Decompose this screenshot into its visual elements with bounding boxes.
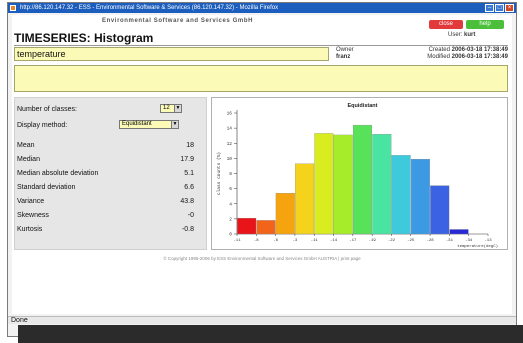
histogram-bar xyxy=(410,158,430,235)
classes-label: Number of classes: xyxy=(17,106,77,113)
stat-label-mad: Median absolute deviation xyxy=(17,170,99,177)
histogram-chart: Equidistant 0 2 4 6 8 10 12 14 16 class counts (%)… xyxy=(211,97,508,250)
modified-line: Modified 2006-03-18 17:38:49 xyxy=(427,54,508,61)
stat-value-variance: 43.8 xyxy=(180,198,194,205)
window-controls: – □ × xyxy=(485,4,514,12)
x-tick-label: -17 xyxy=(349,239,357,243)
stats-panel: Number of classes: 12 ▼ Display method: … xyxy=(14,97,207,250)
x-tick-label: -11 xyxy=(233,239,241,243)
page-title: TIMESERIES: Histogram xyxy=(14,31,154,45)
stat-value-mad: 5.1 xyxy=(184,170,194,177)
stat-value-median: 17.9 xyxy=(180,156,194,163)
x-tick-label: -19 xyxy=(369,239,377,243)
title-divider xyxy=(14,45,508,46)
created-line: Created 2006-03-18 17:38:49 xyxy=(427,47,508,54)
modified-value: 2006-03-18 17:38:49 xyxy=(451,54,508,60)
histogram-bar xyxy=(237,217,257,235)
histogram-bar xyxy=(372,134,392,235)
y-tick-label: 8 xyxy=(229,171,232,177)
display-label: Display method: xyxy=(17,122,68,129)
stat-label-median: Median xyxy=(17,156,40,163)
y-tick-label: 14 xyxy=(227,126,233,132)
y-axis-label: class counts (%) xyxy=(216,152,222,195)
stat-value-skewness: -0 xyxy=(187,212,194,219)
histogram-bar xyxy=(275,193,295,235)
close-window-icon[interactable]: × xyxy=(505,4,514,12)
user-label: User: xyxy=(448,32,463,38)
stat-value-kurtosis: -0.8 xyxy=(181,226,194,233)
histogram-bar xyxy=(449,229,469,235)
company-name: Environmental Software and Services GmbH xyxy=(102,18,254,24)
y-tick-label: 2 xyxy=(229,216,232,222)
stat-label-mean: Mean xyxy=(17,142,35,149)
x-tick-label: -3 xyxy=(293,239,298,243)
x-axis-label: temperature(degC) xyxy=(457,244,498,249)
histogram-bar xyxy=(333,134,353,235)
maximize-icon[interactable]: □ xyxy=(495,4,504,12)
chevron-down-icon: ▼ xyxy=(174,105,181,112)
owner-block: Owner franz xyxy=(336,47,354,61)
close-button[interactable]: close xyxy=(429,20,463,29)
histogram-bar xyxy=(430,185,450,235)
chevron-down-icon: ▼ xyxy=(171,121,178,128)
x-tick-label: -34 xyxy=(465,239,473,243)
owner-label: Owner xyxy=(336,47,354,53)
y-tick-label: 6 xyxy=(229,186,232,192)
histogram-bar xyxy=(256,220,276,235)
display-select-value: Equidistant xyxy=(122,121,152,127)
stat-label-kurtosis: Kurtosis xyxy=(17,226,43,233)
histogram-bar xyxy=(352,124,373,235)
y-tick-label: 16 xyxy=(227,111,233,117)
stat-value-stddev: 6.6 xyxy=(184,184,194,191)
stat-label-skewness: Skewness xyxy=(17,212,49,219)
x-tick-label: -31 xyxy=(446,239,454,243)
stat-value-mean: 18 xyxy=(186,142,194,149)
owner-value: franz xyxy=(336,54,351,60)
classes-select-value: 12 xyxy=(163,105,170,111)
status-bar: Done xyxy=(8,316,516,324)
x-tick-label: -25 xyxy=(407,239,415,243)
x-tick-label: -11 xyxy=(311,239,319,243)
histogram-svg: Equidistant 0 2 4 6 8 10 12 14 16 class counts (%)… xyxy=(216,103,498,249)
x-tick-label: -22 xyxy=(388,239,396,243)
histogram-bar xyxy=(314,133,334,235)
footer: © Copyright 1995-2006 by ESS Environment… xyxy=(163,256,361,261)
created-label: Created xyxy=(428,47,450,53)
x-tick-label: -8 xyxy=(254,239,259,243)
x-tick-label: -6 xyxy=(273,239,278,243)
histogram-bar xyxy=(391,155,411,235)
x-tick-label: -28 xyxy=(426,239,434,243)
browser-window: http://86.120.147.32 - ESS - Environment… xyxy=(7,2,517,337)
browser-title: http://86.120.147.32 - ESS - Environment… xyxy=(20,5,279,11)
firefox-icon xyxy=(10,5,16,11)
y-tick-label: 4 xyxy=(229,201,232,207)
description-field[interactable] xyxy=(14,65,508,92)
dates-block: Created 2006-03-18 17:38:49 Modified 200… xyxy=(427,47,508,61)
x-tick-label: -13 xyxy=(484,239,492,243)
y-tick-label: 0 xyxy=(229,232,232,238)
help-button[interactable]: help xyxy=(466,20,504,29)
stat-label-stddev: Standard deviation xyxy=(17,184,76,191)
name-field[interactable]: temperature xyxy=(14,47,329,61)
chart-title: Equidistant xyxy=(348,103,378,109)
y-tick-label: 12 xyxy=(227,141,233,147)
x-tick-label: -14 xyxy=(330,239,338,243)
page-content: Environmental Software and Services GmbH… xyxy=(12,15,512,314)
minimize-icon[interactable]: – xyxy=(485,4,494,12)
histogram-bar xyxy=(295,163,315,235)
browser-titlebar: http://86.120.147.32 - ESS - Environment… xyxy=(8,3,516,13)
classes-select[interactable]: 12 ▼ xyxy=(160,104,182,113)
stat-label-variance: Variance xyxy=(17,198,45,205)
created-value: 2006-03-18 17:38:49 xyxy=(451,47,508,53)
user-name: kurt xyxy=(464,32,476,38)
display-method-select[interactable]: Equidistant ▼ xyxy=(119,120,179,129)
user-info: User: kurt xyxy=(448,32,475,38)
taskbar xyxy=(18,325,523,343)
y-tick-label: 10 xyxy=(227,156,233,162)
modified-label: Modified xyxy=(427,54,450,60)
